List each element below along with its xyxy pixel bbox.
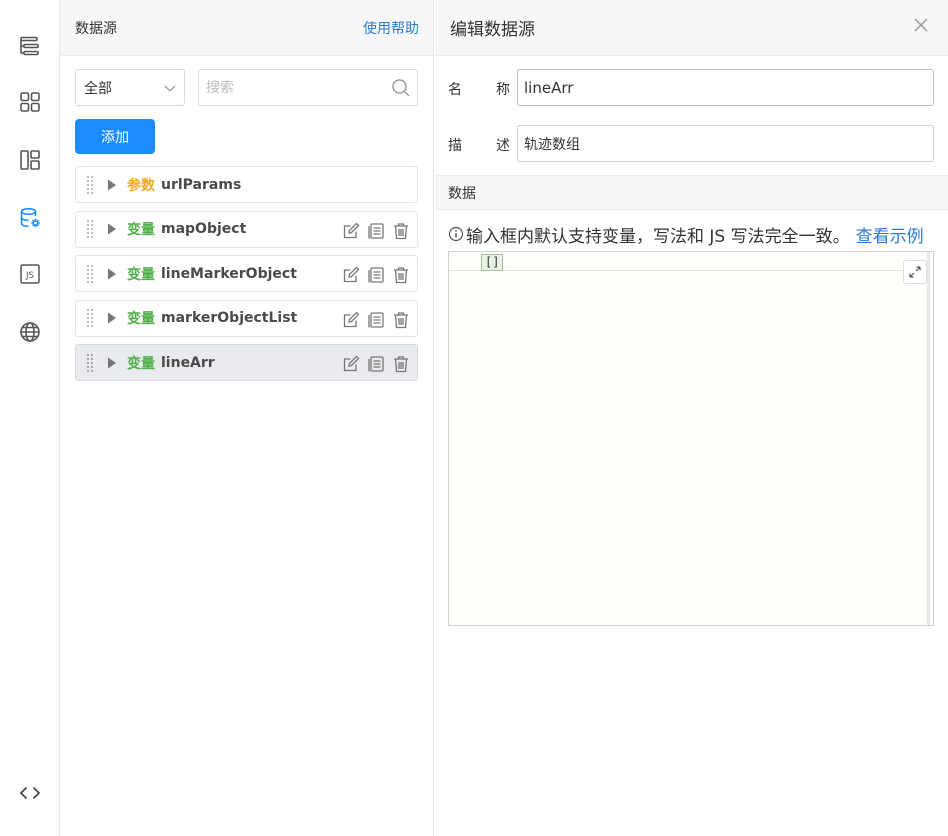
datasource-list: 参数 urlParams 变量 mapObject 变量 lineMarkerO… — [75, 166, 418, 389]
editor-line-divider — [449, 270, 929, 271]
search-box — [198, 69, 418, 106]
delete-icon[interactable] — [391, 265, 411, 285]
datasource-kind-tag: 变量 — [127, 222, 155, 238]
type-filter-value: 全部 — [84, 80, 112, 97]
data-section-header: 数据 — [435, 175, 948, 210]
delete-icon[interactable] — [391, 354, 411, 374]
copy-icon[interactable] — [366, 221, 386, 241]
datasource-item-markerObjectList[interactable]: 变量 markerObjectList — [75, 299, 418, 337]
edit-datasource-panel: 编辑数据源 名 称 lineArr 描 述 轨迹数组 数据 输入框内默认支持变量… — [435, 0, 948, 836]
edit-icon[interactable] — [341, 310, 361, 330]
search-input[interactable] — [199, 70, 391, 105]
expand-arrow-icon[interactable] — [107, 268, 117, 280]
datasource-item-urlParams[interactable]: 参数 urlParams — [75, 166, 418, 203]
expand-arrow-icon[interactable] — [107, 179, 117, 191]
search-icon[interactable] — [391, 78, 411, 98]
datasource-name: lineArr — [161, 354, 215, 371]
datasource-name: markerObjectList — [161, 310, 298, 326]
hint-text: 输入框内默认支持变量，写法和 JS 写法完全一致。 — [466, 226, 850, 247]
drag-handle-icon[interactable] — [87, 264, 95, 284]
datasource-kind-tag: 参数 — [127, 177, 155, 194]
name-label-char-2: 称 — [496, 82, 510, 98]
code-editor[interactable]: [] — [448, 251, 934, 626]
datasource-kind-tag: 变量 — [127, 355, 155, 372]
delete-icon[interactable] — [391, 221, 411, 241]
expand-icon — [909, 266, 921, 278]
icon-rail: JS — [0, 0, 60, 836]
edit-icon[interactable] — [341, 354, 361, 374]
drag-handle-icon[interactable] — [87, 175, 95, 195]
js-code-icon[interactable]: JS — [14, 258, 46, 290]
code-brackets-icon[interactable] — [14, 777, 46, 809]
datasource-item-lineArr[interactable]: 变量 lineArr — [75, 344, 418, 381]
svg-text:JS: JS — [25, 271, 34, 281]
desc-label-char-1: 描 — [448, 138, 462, 154]
datasource-item-lineMarkerObject[interactable]: 变量 lineMarkerObject — [75, 255, 418, 292]
datasource-name: urlParams — [161, 176, 242, 193]
delete-icon[interactable] — [391, 310, 411, 330]
filter-row: 全部 — [75, 69, 418, 106]
expand-arrow-icon[interactable] — [107, 312, 117, 324]
description-field[interactable]: 轨迹数组 — [517, 125, 934, 162]
name-label: 名 称 — [448, 79, 510, 99]
datasource-db-icon[interactable] — [14, 202, 46, 234]
chevron-down-icon — [164, 85, 176, 92]
outline-tree-icon[interactable] — [14, 30, 46, 62]
datasource-name: mapObject — [161, 221, 247, 237]
copy-icon[interactable] — [366, 310, 386, 330]
copy-icon[interactable] — [366, 354, 386, 374]
copy-icon[interactable] — [366, 265, 386, 285]
type-filter-select[interactable]: 全部 — [75, 69, 185, 106]
edit-icon[interactable] — [341, 221, 361, 241]
code-value[interactable]: [] — [481, 254, 504, 271]
edit-panel-header: 编辑数据源 — [435, 0, 948, 56]
edit-icon[interactable] — [341, 265, 361, 285]
desc-label-char-2: 述 — [496, 138, 510, 154]
view-example-link[interactable]: 查看示例 — [856, 222, 924, 247]
close-icon[interactable] — [910, 14, 932, 36]
drag-handle-icon[interactable] — [87, 308, 95, 328]
hint-row: 输入框内默认支持变量，写法和 JS 写法完全一致。 查看示例 — [448, 222, 934, 247]
list-panel-header: 数据源 使用帮助 — [60, 0, 433, 56]
datasource-kind-tag: 变量 — [127, 311, 155, 327]
item-actions — [341, 221, 411, 241]
drag-handle-icon[interactable] — [87, 353, 95, 373]
help-link[interactable]: 使用帮助 — [363, 18, 419, 38]
editor-scrollbar[interactable] — [927, 252, 930, 625]
list-panel-title: 数据源 — [75, 20, 117, 37]
drag-handle-icon[interactable] — [87, 219, 95, 239]
expand-arrow-icon[interactable] — [107, 357, 117, 369]
layout-panels-icon[interactable] — [14, 144, 46, 176]
expand-editor-button[interactable] — [903, 260, 927, 284]
add-datasource-button[interactable]: 添加 — [75, 119, 155, 154]
app-root: JS 数据源 使用帮助 全部 添加 — [0, 0, 948, 836]
item-actions — [341, 265, 411, 285]
desc-label: 描 述 — [448, 135, 510, 155]
datasource-name: lineMarkerObject — [161, 265, 297, 282]
item-actions — [341, 310, 411, 330]
datasource-list-panel: 数据源 使用帮助 全部 添加 参数 urlParams — [60, 0, 434, 836]
global-icon[interactable] — [14, 316, 46, 348]
info-icon — [448, 226, 464, 242]
datasource-kind-tag: 变量 — [127, 266, 155, 283]
name-field[interactable]: lineArr — [517, 69, 934, 106]
components-grid-icon[interactable] — [14, 86, 46, 118]
expand-arrow-icon[interactable] — [107, 223, 117, 235]
name-label-char-1: 名 — [448, 82, 462, 98]
item-actions — [341, 354, 411, 374]
edit-panel-title: 编辑数据源 — [450, 20, 535, 40]
datasource-item-mapObject[interactable]: 变量 mapObject — [75, 210, 418, 248]
